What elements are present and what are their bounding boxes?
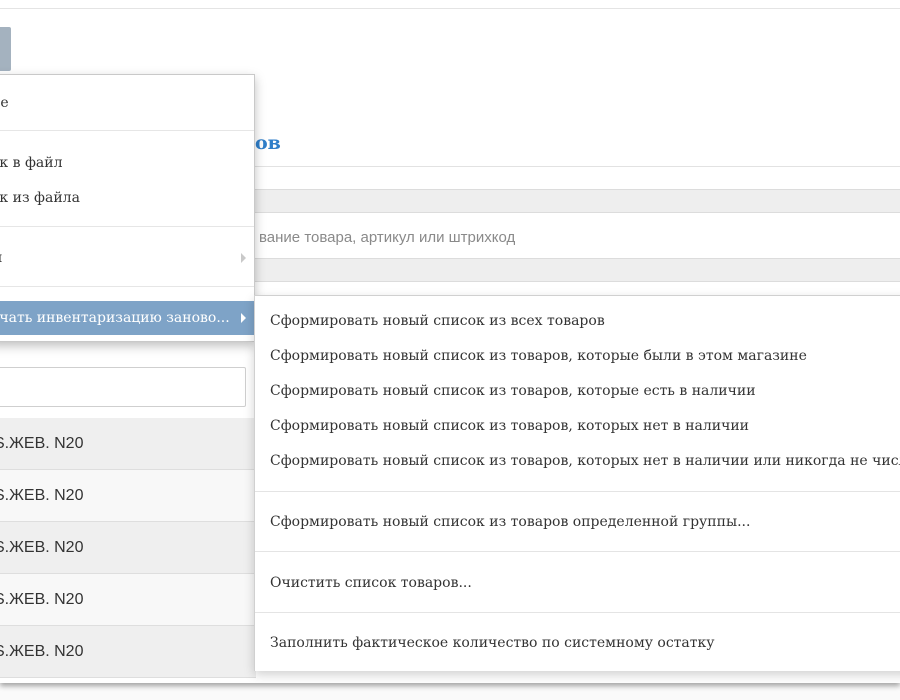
list-item[interactable]: S.ЖЕВ. N20 xyxy=(0,418,256,470)
submenu-item-fill-actual-qty[interactable]: Заполнить фактическое количество по сист… xyxy=(270,628,715,658)
submenu-item-all-products[interactable]: Сформировать новый список из всех товаро… xyxy=(270,306,605,336)
page-title: ов xyxy=(255,132,281,154)
product-list: S.ЖЕВ. N20 S.ЖЕВ. N20 S.ЖЕВ. N20 S.ЖЕВ. … xyxy=(0,418,256,678)
submenu-separator xyxy=(255,612,900,613)
menu-separator xyxy=(0,226,254,227)
submenu-separator xyxy=(255,491,900,492)
search-input[interactable] xyxy=(255,217,900,257)
menu-item-label: не xyxy=(0,95,9,111)
list-item[interactable]: S.ЖЕВ. N20 xyxy=(0,574,256,626)
submenu-separator xyxy=(255,551,900,552)
filter-bar xyxy=(255,189,900,213)
menu-item-label: ок в файл xyxy=(0,155,63,171)
list-filter-input[interactable] xyxy=(0,367,246,407)
menu-item-import-file[interactable]: ок из файла xyxy=(0,181,254,215)
list-item-name: S.ЖЕВ. N20 xyxy=(0,643,84,660)
list-item[interactable]: S.ЖЕВ. N20 xyxy=(0,626,256,678)
filter-bar-bottom xyxy=(255,258,900,282)
menu-item-1[interactable]: не xyxy=(0,86,254,120)
header-divider xyxy=(0,8,900,9)
menu-item-label: ы xyxy=(0,241,2,275)
list-item-name: S.ЖЕВ. N20 xyxy=(0,435,84,452)
list-item-name: S.ЖЕВ. N20 xyxy=(0,487,84,504)
menu-item-restart-inventory[interactable]: ачать инвентаризацию заново... xyxy=(0,301,254,335)
menu-toggle-button[interactable] xyxy=(0,27,11,71)
submenu-item-by-group[interactable]: Сформировать новый список из товаров опр… xyxy=(270,507,750,537)
menu-item-label: ачать инвентаризацию заново... xyxy=(0,310,230,326)
list-item[interactable]: S.ЖЕВ. N20 xyxy=(0,522,256,574)
restart-inventory-submenu: Сформировать новый список из всех товаро… xyxy=(254,295,900,671)
menu-item-label: ок из файла xyxy=(0,190,80,206)
menu-item-export-file[interactable]: ок в файл xyxy=(0,146,254,180)
list-item-name: S.ЖЕВ. N20 xyxy=(0,591,84,608)
submenu-item-in-stock[interactable]: Сформировать новый список из товаров, ко… xyxy=(270,376,756,406)
submenu-item-clear-list[interactable]: Очистить список товаров... xyxy=(270,568,472,598)
list-item[interactable]: S.ЖЕВ. N20 xyxy=(0,470,256,522)
menu-separator xyxy=(0,286,254,287)
submenu-item-out-of-stock[interactable]: Сформировать новый список из товаров, ко… xyxy=(270,411,749,441)
list-item-name: S.ЖЕВ. N20 xyxy=(0,539,84,556)
chevron-right-icon xyxy=(241,313,246,323)
app-window: ов S.ЖЕВ. N20 S.ЖЕВ. N20 S.ЖЕВ. N20 S.ЖЕ… xyxy=(0,0,900,683)
menu-separator xyxy=(0,130,254,131)
submenu-item-store-products[interactable]: Сформировать новый список из товаров, ко… xyxy=(270,341,807,371)
menu-item-submenu[interactable]: ы xyxy=(0,241,254,275)
chevron-right-icon xyxy=(241,253,246,263)
actions-dropdown-menu: не ок в файл ок из файла ы ачать инвента… xyxy=(0,74,255,342)
submenu-item-out-or-never[interactable]: Сформировать новый список из товаров, ко… xyxy=(270,446,900,476)
title-divider xyxy=(255,166,900,167)
